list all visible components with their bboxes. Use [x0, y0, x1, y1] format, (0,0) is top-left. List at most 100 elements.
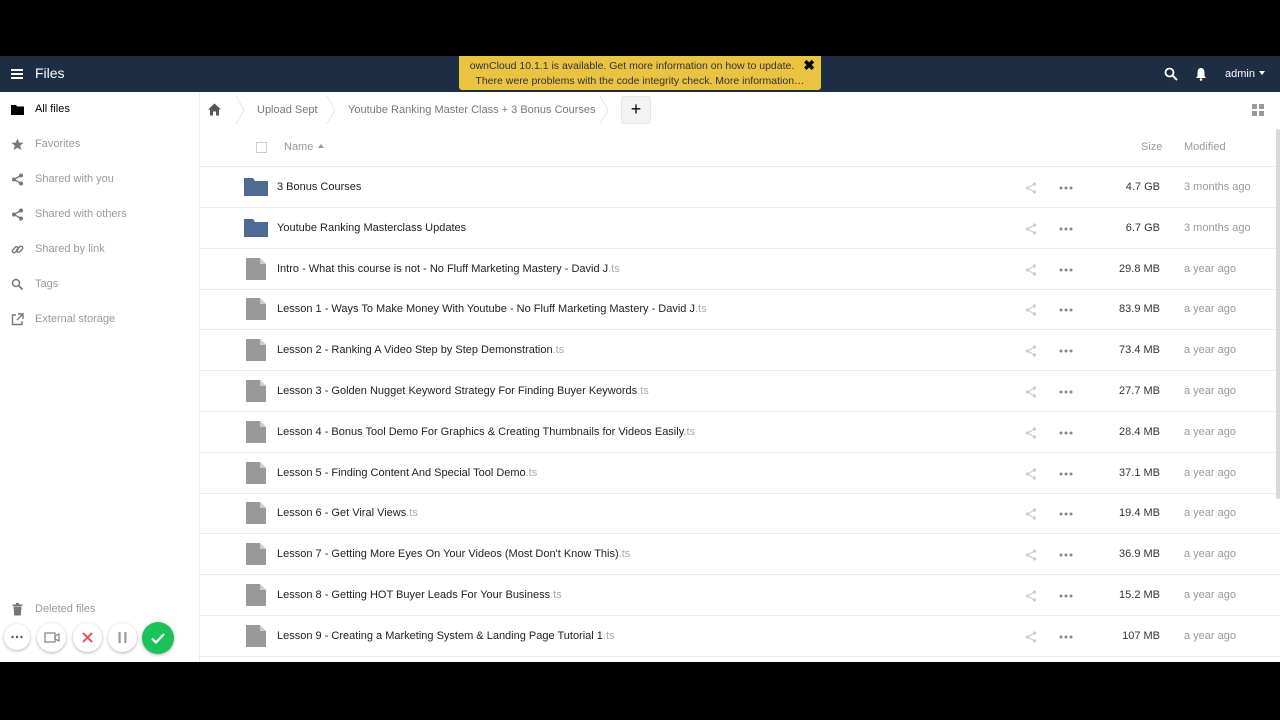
file-icon — [246, 380, 266, 402]
table-row[interactable]: Youtube Ranking Masterclass Updates 6.7 G… — [200, 208, 1280, 249]
file-name[interactable]: Lesson 3 - Golden Nugget Keyword Strateg… — [277, 385, 649, 397]
grid-view-icon[interactable] — [1252, 104, 1264, 116]
sidebar-item-label: Shared with others — [35, 208, 127, 220]
file-name[interactable]: Lesson 6 - Get Viral Views.ts — [277, 507, 418, 519]
share-icon[interactable] — [1025, 345, 1037, 357]
more-actions-icon[interactable] — [1059, 594, 1073, 598]
sidebar-item-favorites[interactable]: Favorites — [0, 127, 200, 162]
more-actions-icon[interactable] — [1059, 268, 1073, 272]
more-actions-icon[interactable] — [1059, 349, 1073, 353]
file-modified: a year ago — [1184, 466, 1236, 479]
share-icon[interactable] — [1025, 590, 1037, 602]
table-row[interactable]: Lesson 3 - Golden Nugget Keyword Strateg… — [200, 371, 1280, 412]
share-icon[interactable] — [1025, 263, 1037, 276]
link-icon — [11, 245, 24, 254]
size-column-header[interactable]: Size — [1141, 141, 1162, 153]
share-icon[interactable] — [1025, 549, 1037, 561]
file-icon — [246, 502, 266, 525]
sidebar-item-shared-with-you[interactable]: Shared with you — [0, 162, 200, 197]
finish-recording-button[interactable] — [142, 622, 174, 654]
file-modified: a year ago — [1184, 507, 1236, 520]
breadcrumb-item-current-folder[interactable]: Youtube Ranking Master Class + 3 Bonus C… — [348, 104, 596, 116]
sidebar-item-tags[interactable]: Tags — [0, 267, 200, 302]
table-row[interactable]: 3 Bonus Courses 4.7 GB 3 months ago — [200, 167, 1280, 208]
file-name[interactable]: Lesson 7 - Getting More Eyes On Your Vid… — [277, 548, 630, 560]
table-row[interactable]: Lesson 6 - Get Viral Views.ts 19.4 MB a ye… — [200, 493, 1280, 535]
share-icon[interactable] — [1025, 223, 1037, 235]
select-all-checkbox[interactable] — [256, 142, 267, 153]
file-icon — [246, 298, 266, 321]
tag-icon — [11, 278, 24, 291]
sidebar-item-all-files[interactable]: All files — [0, 92, 200, 127]
new-file-button[interactable]: + — [621, 96, 651, 124]
camera-toggle-button[interactable] — [37, 623, 66, 652]
app-title[interactable]: Files — [35, 65, 65, 81]
file-name[interactable]: Lesson 8 - Getting HOT Buyer Leads For Y… — [277, 589, 562, 601]
more-actions-icon[interactable] — [1059, 186, 1073, 190]
close-icon[interactable]: ✖ — [803, 57, 815, 74]
pause-recording-button[interactable] — [108, 623, 137, 652]
file-name[interactable]: Lesson 1 - Ways To Make Money With Youtu… — [277, 303, 707, 315]
share-icon — [12, 208, 23, 221]
sort-ascending-icon — [318, 144, 325, 148]
table-row[interactable]: Lesson 1 - Ways To Make Money With Youtu… — [200, 289, 1280, 331]
sidebar-item-external-storage[interactable]: External storage — [0, 302, 200, 337]
table-row[interactable]: Lesson 2 - Ranking A Video Step by Step … — [200, 330, 1280, 372]
search-icon[interactable] — [1164, 67, 1178, 81]
more-options-button[interactable] — [4, 624, 30, 650]
file-name[interactable]: Lesson 4 - Bonus Tool Demo For Graphics … — [277, 426, 695, 438]
file-extension: .ts — [618, 548, 631, 561]
table-row[interactable]: Intro - What this course is not - No Flu… — [200, 249, 1280, 290]
file-name[interactable]: 3 Bonus Courses — [277, 181, 361, 193]
checkmark-icon — [151, 633, 165, 645]
more-actions-icon[interactable] — [1059, 512, 1073, 516]
name-column-header[interactable]: Name — [284, 141, 325, 153]
more-actions-icon[interactable] — [1059, 308, 1073, 312]
share-icon[interactable] — [1025, 508, 1037, 520]
file-extension: .ts — [683, 425, 696, 438]
integrity-check-message[interactable]: There were problems with the code integr… — [459, 75, 821, 87]
share-icon[interactable] — [1025, 304, 1037, 316]
scrollbar[interactable] — [1276, 129, 1280, 499]
table-row[interactable]: Lesson 5 - Finding Content And Special T… — [200, 453, 1280, 494]
sidebar-item-shared-by-link[interactable]: Shared by link — [0, 232, 200, 267]
breadcrumb-separator-icon — [599, 96, 609, 124]
table-row[interactable]: Lesson 4 - Bonus Tool Demo For Graphics … — [200, 412, 1280, 453]
home-icon[interactable] — [208, 103, 221, 116]
cancel-recording-button[interactable] — [73, 623, 102, 652]
more-actions-icon[interactable] — [1059, 472, 1073, 476]
more-actions-icon[interactable] — [1059, 553, 1073, 557]
more-actions-icon[interactable] — [1059, 635, 1073, 639]
table-row[interactable]: Lesson 8 - Getting HOT Buyer Leads For Y… — [200, 575, 1280, 616]
breadcrumb-item-upload-sept[interactable]: Upload Sept — [257, 104, 318, 116]
video-camera-icon — [44, 632, 60, 643]
share-icon[interactable] — [1025, 631, 1037, 643]
close-icon — [82, 632, 93, 643]
file-extension: .ts — [602, 629, 615, 642]
share-icon[interactable] — [1025, 427, 1037, 439]
file-name[interactable]: Intro - What this course is not - No Flu… — [277, 263, 620, 275]
modified-column-header[interactable]: Modified — [1184, 141, 1226, 153]
share-icon[interactable] — [1025, 467, 1037, 480]
more-actions-icon[interactable] — [1059, 227, 1073, 231]
file-modified: a year ago — [1184, 344, 1236, 357]
update-available-message[interactable]: ownCloud 10.1.1 is available. Get more i… — [459, 60, 805, 72]
file-name[interactable]: Lesson 2 - Ranking A Video Step by Step … — [277, 344, 564, 356]
user-menu[interactable]: admin — [1225, 68, 1265, 80]
file-name[interactable]: Lesson 9 - Creating a Marketing System &… — [277, 630, 615, 642]
table-row[interactable]: Lesson 9 - Creating a Marketing System &… — [200, 616, 1280, 657]
sidebar-item-shared-with-others[interactable]: Shared with others — [0, 197, 200, 232]
file-name[interactable]: Lesson 5 - Finding Content And Special T… — [277, 467, 537, 479]
sidebar-item-label: Favorites — [35, 138, 81, 150]
file-name[interactable]: Youtube Ranking Masterclass Updates — [277, 222, 466, 234]
sidebar-item-label: All files — [35, 103, 70, 115]
share-icon[interactable] — [1025, 386, 1037, 398]
table-row[interactable]: Lesson 7 - Getting More Eyes On Your Vid… — [200, 534, 1280, 576]
hamburger-menu-icon[interactable] — [11, 69, 23, 79]
share-icon[interactable] — [1025, 182, 1037, 194]
bell-icon[interactable] — [1195, 67, 1207, 81]
more-actions-icon[interactable] — [1059, 431, 1073, 435]
file-modified: a year ago — [1184, 629, 1236, 642]
breadcrumb-separator-icon — [235, 96, 245, 124]
more-actions-icon[interactable] — [1059, 390, 1073, 394]
